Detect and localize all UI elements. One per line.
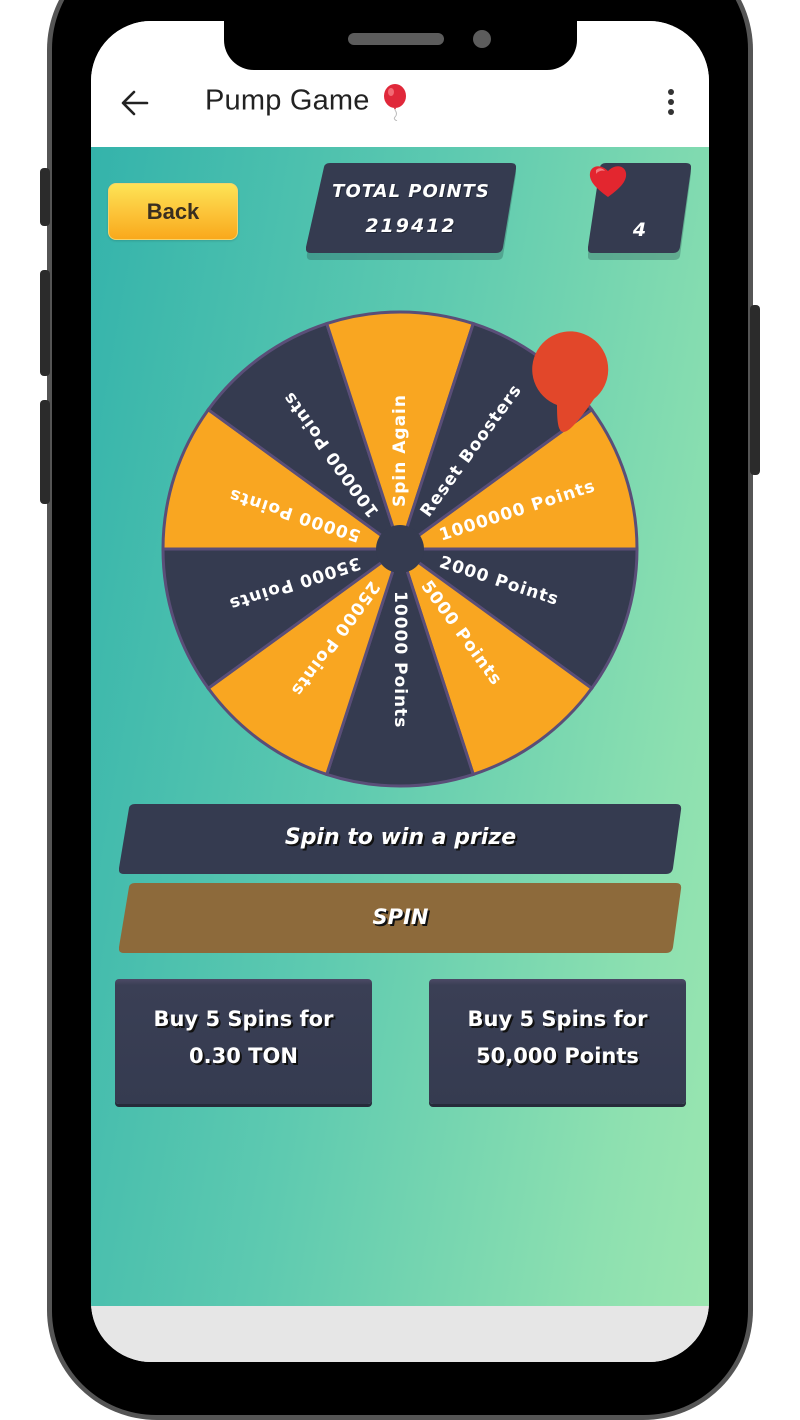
prize-wheel[interactable]: 1000000 Points2000 Points5000 Points1000… (91, 147, 709, 807)
buy-spins-points-line2: 50,000 Points (476, 1044, 639, 1068)
buy-spins-ton-line1: Buy 5 Spins for (153, 1007, 334, 1031)
game-area: Back TOTAL POINTS 219412 4 1000000 Point… (91, 147, 709, 1306)
wheel-segment-label: Spin Again (390, 394, 410, 507)
phone-button-volume-up (40, 270, 50, 376)
phone-speaker (348, 33, 444, 45)
wheel-segment-label: 10000 Points (390, 591, 410, 728)
buy-spins-points-button[interactable]: Buy 5 Spins for 50,000 Points (429, 979, 686, 1104)
phone-camera (473, 30, 491, 48)
phone-button-volume-down (40, 400, 50, 504)
buy-spins-ton-line2: 0.30 TON (189, 1044, 298, 1068)
status-banner: Spin to win a prize (119, 804, 682, 874)
status-banner-text: Spin to win a prize (284, 825, 517, 850)
buy-spins-points-line1: Buy 5 Spins for (467, 1007, 648, 1031)
buy-spins-ton-button[interactable]: Buy 5 Spins for 0.30 TON (115, 979, 372, 1104)
phone-button-mute (40, 168, 50, 226)
spin-button[interactable]: SPIN (119, 883, 682, 953)
spin-button-label: SPIN (372, 905, 429, 929)
balloon-icon (383, 84, 406, 121)
bottom-bar (91, 1306, 709, 1362)
phone-button-power (750, 305, 760, 475)
phone-screen: Pump Game Back TOTAL POINTS 219412 4 100… (91, 21, 709, 1362)
page-title-text: Pump Game (205, 84, 370, 117)
kebab-menu-icon[interactable] (662, 89, 680, 119)
arrow-left-icon[interactable] (119, 87, 151, 119)
page-title: Pump Game (205, 83, 408, 121)
wheel-hub (376, 525, 424, 573)
